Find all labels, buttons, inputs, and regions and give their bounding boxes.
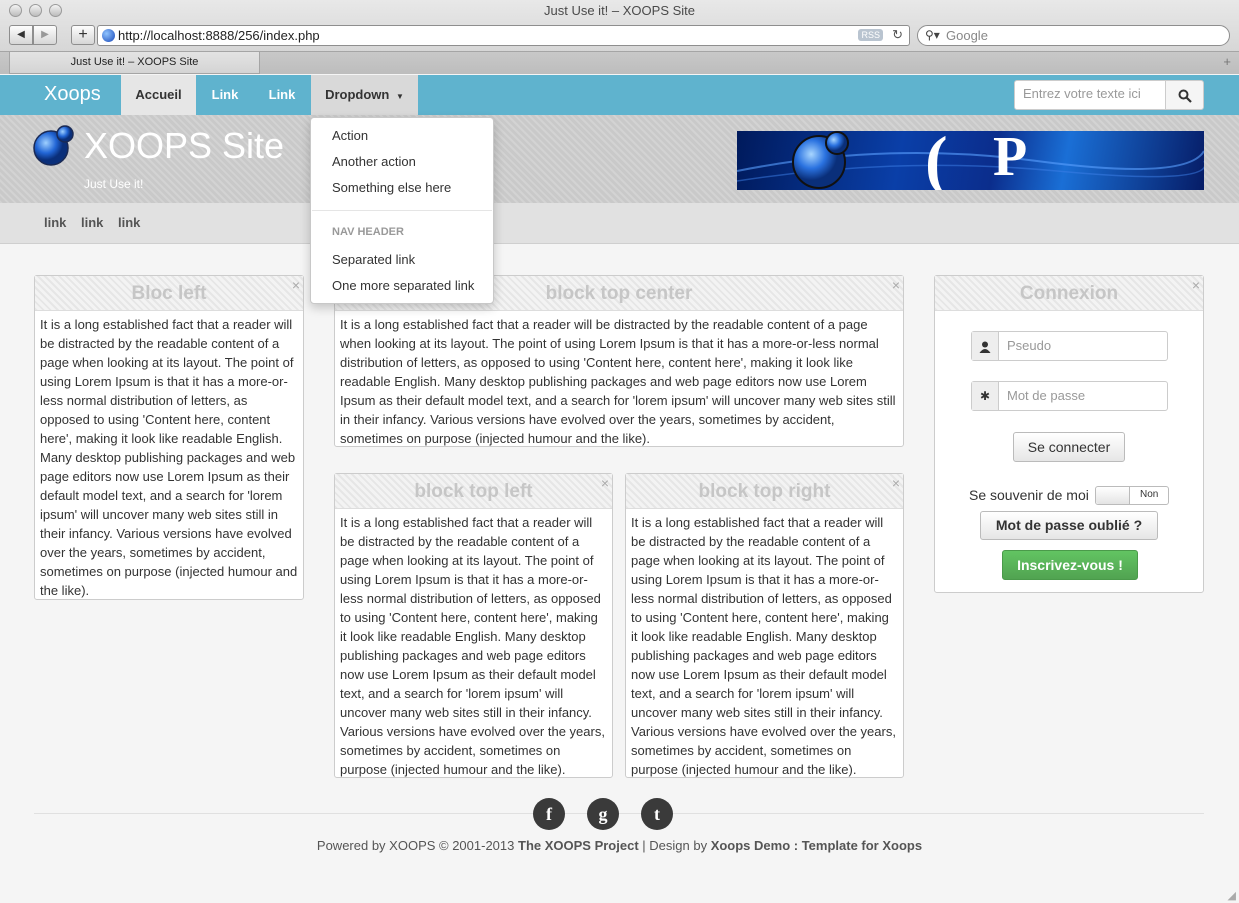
block-top-right-text: It is a long established fact that a rea…: [631, 515, 896, 777]
nav-link-2[interactable]: Link: [254, 75, 310, 115]
close-icon[interactable]: ×: [892, 465, 900, 501]
subnav-link-3[interactable]: link: [118, 215, 140, 230]
xoops-logo-icon: [33, 125, 74, 166]
browser-tab[interactable]: Just Use it! – XOOPS Site: [9, 52, 260, 74]
block-top-left: block top left × It is a long establishe…: [334, 473, 613, 778]
footer-design-prefix: | Design by: [638, 838, 711, 853]
facebook-icon[interactable]: f: [533, 798, 565, 830]
footer-powered: Powered by XOOPS © 2001-2013: [316, 838, 518, 853]
nav-link-1[interactable]: Link: [197, 75, 253, 115]
close-icon[interactable]: ×: [892, 267, 900, 303]
caret-down-icon: ▼: [395, 92, 404, 101]
browser-search-placeholder: Google: [946, 28, 988, 43]
header-banner[interactable]: ( P: [737, 131, 1204, 190]
back-arrow-icon: ◀: [17, 29, 25, 40]
gear-icon: ✱: [972, 382, 999, 410]
block-top-right: block top right × It is a long establish…: [625, 473, 904, 778]
dropdown-item-one-more-separated[interactable]: One more separated link: [332, 278, 474, 293]
dropdown-item-something-else[interactable]: Something else here: [332, 180, 451, 195]
toggle-knob: [1096, 487, 1130, 504]
tab-bar: Just Use it! – XOOPS Site +: [0, 51, 1239, 74]
navbar-brand[interactable]: Xoops: [44, 83, 101, 106]
window-title: Just Use it! – XOOPS Site: [544, 3, 695, 18]
forward-button[interactable]: ▶: [33, 25, 57, 45]
block-top-left-title: block top left: [414, 481, 533, 502]
site-slogan: Just Use it!: [84, 177, 144, 191]
site-navbar: Xoops Accueil Link Link Dropdown ▼ Entre…: [0, 75, 1239, 115]
search-icon: [1178, 89, 1192, 103]
close-icon[interactable]: ×: [292, 267, 300, 303]
block-top-right-header: block top right ×: [626, 474, 903, 509]
site-search-button[interactable]: [1165, 80, 1204, 110]
block-top-right-title: block top right: [698, 481, 831, 502]
footer-divider: [34, 813, 1204, 814]
lost-password-button[interactable]: Mot de passe oublié ?: [980, 511, 1158, 540]
tumblr-icon[interactable]: t: [641, 798, 673, 830]
remember-toggle-state: Non: [1140, 489, 1159, 500]
remember-me-toggle[interactable]: Non: [1095, 486, 1169, 505]
bloc-left-header: Bloc left ×: [35, 276, 303, 311]
site-header: XOOPS Site Just Use it! ( P: [0, 115, 1239, 203]
site-search-input[interactable]: Entrez votre texte ici: [1014, 80, 1166, 110]
block-top-center-text: It is a long established fact that a rea…: [340, 317, 896, 446]
back-button[interactable]: ◀: [9, 25, 33, 45]
nav-dropdown-label: Dropdown: [325, 87, 390, 102]
dropdown-item-separated[interactable]: Separated link: [332, 252, 415, 267]
block-top-center-title: block top center: [545, 283, 693, 304]
url-text: http://localhost:8888/256/index.php: [118, 28, 320, 43]
login-title: Connexion: [1019, 283, 1119, 304]
svg-text:(: (: [925, 131, 948, 190]
forward-arrow-icon: ▶: [41, 29, 49, 40]
site-title[interactable]: XOOPS Site: [84, 125, 284, 167]
new-tab-icon[interactable]: +: [1223, 54, 1231, 69]
block-top-left-text: It is a long established fact that a rea…: [340, 515, 605, 777]
nav-accueil[interactable]: Accueil: [121, 75, 196, 115]
user-icon: [972, 332, 999, 360]
google-icon[interactable]: g: [587, 798, 619, 830]
plus-icon: +: [78, 26, 88, 43]
bloc-left: Bloc left × It is a long established fac…: [34, 275, 304, 600]
dropdown-item-another-action[interactable]: Another action: [332, 154, 416, 169]
secondary-nav: link link link: [0, 203, 1239, 244]
username-placeholder: Pseudo: [1007, 338, 1052, 353]
close-icon[interactable]: ×: [601, 465, 609, 501]
footer-design-link[interactable]: Xoops Demo : Template for Xoops: [711, 838, 922, 853]
login-block-header: Connexion ×: [935, 276, 1203, 311]
browser-chrome: Just Use it! – XOOPS Site ◀ ▶ + http://l…: [0, 0, 1239, 74]
reload-icon[interactable]: ↻: [892, 27, 903, 43]
username-field[interactable]: Pseudo: [971, 331, 1168, 361]
register-button[interactable]: Inscrivez-vous !: [1002, 550, 1138, 580]
nav-dropdown[interactable]: Dropdown ▼: [311, 75, 418, 115]
remember-me-label: Se souvenir de moi: [969, 487, 1089, 503]
dropdown-menu: Action Another action Something else her…: [310, 117, 494, 304]
resize-grip-icon[interactable]: ◢: [1228, 889, 1236, 902]
address-bar[interactable]: http://localhost:8888/256/index.php RSS …: [97, 25, 910, 46]
bloc-left-text: It is a long established fact that a rea…: [40, 317, 298, 598]
password-field[interactable]: ✱ Mot de passe: [971, 381, 1168, 411]
dropdown-item-action[interactable]: Action: [332, 128, 368, 143]
search-icon: ⚲▾: [925, 28, 940, 42]
footer-project-link[interactable]: The XOOPS Project: [518, 838, 639, 853]
rss-button[interactable]: RSS: [858, 29, 883, 41]
block-top-left-header: block top left ×: [335, 474, 612, 509]
login-submit-button[interactable]: Se connecter: [1013, 432, 1125, 462]
add-bookmark-button[interactable]: +: [71, 25, 95, 45]
banner-art: ( P: [737, 131, 1204, 190]
close-icon[interactable]: ×: [1192, 267, 1200, 303]
dropdown-divider: [312, 210, 492, 211]
svg-text:P: P: [993, 131, 1027, 188]
subnav-link-1[interactable]: link: [44, 215, 66, 230]
browser-search-field[interactable]: ⚲▾ Google: [917, 25, 1230, 46]
bloc-left-title: Bloc left: [131, 283, 207, 304]
password-placeholder: Mot de passe: [1007, 388, 1086, 403]
dropdown-nav-header: NAV HEADER: [332, 226, 404, 238]
login-block: Connexion × Pseudo ✱ Mot de passe Se con…: [934, 275, 1204, 593]
subnav-link-2[interactable]: link: [81, 215, 103, 230]
site-favicon-icon: [102, 29, 115, 42]
footer-credits: Powered by XOOPS © 2001-2013 The XOOPS P…: [0, 838, 1239, 853]
